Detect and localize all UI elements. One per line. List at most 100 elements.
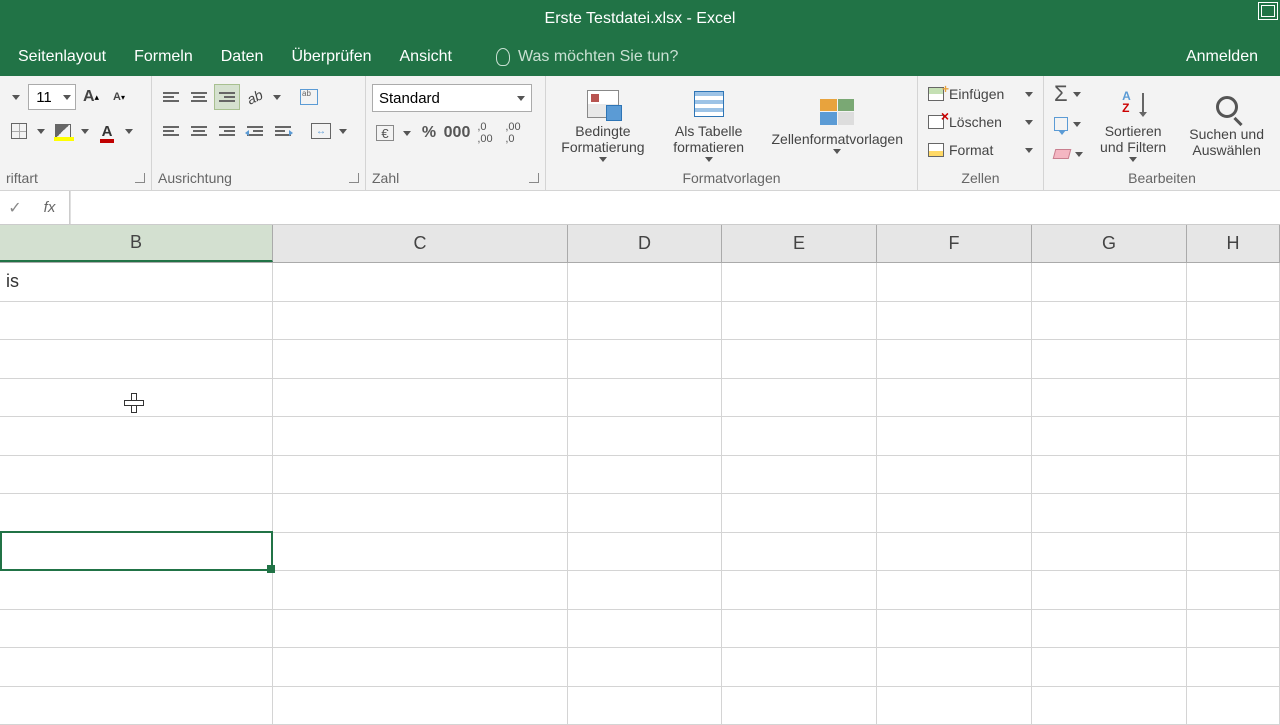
format-as-table-button[interactable]: Als Tabelle formatieren bbox=[658, 85, 760, 164]
number-dialog-launcher[interactable] bbox=[529, 173, 539, 183]
cell[interactable] bbox=[1187, 456, 1280, 494]
cell[interactable] bbox=[877, 340, 1032, 378]
cell[interactable] bbox=[0, 340, 273, 378]
column-header-C[interactable]: C bbox=[273, 225, 568, 262]
insert-cells-button[interactable]: Einfügen bbox=[924, 80, 1037, 108]
sort-filter-button[interactable]: Sortieren und Filtern bbox=[1091, 85, 1175, 164]
cell[interactable] bbox=[1032, 340, 1187, 378]
align-bottom-button[interactable] bbox=[214, 84, 240, 110]
cell[interactable] bbox=[722, 302, 877, 340]
cell[interactable] bbox=[0, 302, 273, 340]
cell[interactable] bbox=[877, 379, 1032, 417]
comma-style-button[interactable]: 000 bbox=[444, 120, 470, 146]
autosum-button[interactable]: Σ bbox=[1050, 82, 1087, 106]
currency-button[interactable]: € bbox=[372, 120, 398, 146]
font-size-dropdown[interactable] bbox=[59, 85, 75, 109]
tab-seitenlayout[interactable]: Seitenlayout bbox=[4, 38, 120, 76]
cell[interactable] bbox=[1187, 571, 1280, 609]
cell[interactable] bbox=[722, 494, 877, 532]
cell[interactable] bbox=[273, 456, 568, 494]
sign-in-link[interactable]: Anmelden bbox=[1168, 48, 1276, 66]
cell[interactable] bbox=[877, 533, 1032, 571]
cell[interactable] bbox=[722, 687, 877, 725]
cell[interactable] bbox=[273, 340, 568, 378]
decrease-font-button[interactable]: A▾ bbox=[106, 84, 132, 110]
increase-font-button[interactable]: A▴ bbox=[78, 84, 104, 110]
font-name-dropdown[interactable] bbox=[6, 84, 26, 110]
delete-cells-button[interactable]: Löschen bbox=[924, 108, 1037, 136]
cell[interactable] bbox=[273, 417, 568, 455]
orientation-button[interactable]: ab bbox=[242, 84, 268, 110]
cell[interactable] bbox=[877, 494, 1032, 532]
cell[interactable]: is bbox=[0, 263, 273, 301]
cell[interactable] bbox=[1187, 494, 1280, 532]
cell[interactable] bbox=[1032, 533, 1187, 571]
column-header-B[interactable]: B bbox=[0, 225, 273, 262]
fx-label[interactable]: fx bbox=[30, 191, 70, 224]
cell[interactable] bbox=[877, 456, 1032, 494]
cell[interactable] bbox=[1187, 417, 1280, 455]
increase-indent-button[interactable] bbox=[270, 118, 296, 144]
decrease-decimal-button[interactable]: ,00,0 bbox=[500, 120, 526, 146]
cell[interactable] bbox=[0, 494, 273, 532]
cell[interactable] bbox=[0, 379, 273, 417]
column-header-D[interactable]: D bbox=[568, 225, 722, 262]
cell[interactable] bbox=[722, 610, 877, 648]
cell[interactable] bbox=[1187, 379, 1280, 417]
cell[interactable] bbox=[0, 417, 273, 455]
cell[interactable] bbox=[1032, 379, 1187, 417]
cell[interactable] bbox=[1032, 263, 1187, 301]
cell-styles-button[interactable]: Zellenformatvorlagen bbox=[763, 93, 911, 156]
cell[interactable] bbox=[1032, 417, 1187, 455]
cell[interactable] bbox=[877, 648, 1032, 686]
cell[interactable] bbox=[273, 302, 568, 340]
cell[interactable] bbox=[273, 687, 568, 725]
cell[interactable] bbox=[722, 456, 877, 494]
cell[interactable] bbox=[1032, 610, 1187, 648]
cell[interactable] bbox=[568, 610, 722, 648]
conditional-formatting-button[interactable]: Bedingte Formatierung bbox=[552, 85, 654, 164]
decrease-indent-button[interactable] bbox=[242, 118, 268, 144]
cell[interactable] bbox=[1187, 610, 1280, 648]
number-format-combo[interactable]: Standard bbox=[372, 84, 532, 112]
align-center-button[interactable] bbox=[186, 118, 212, 144]
column-header-H[interactable]: H bbox=[1187, 225, 1280, 262]
fill-button[interactable] bbox=[1050, 112, 1087, 136]
cell[interactable] bbox=[1187, 302, 1280, 340]
increase-decimal-button[interactable]: ,0,00 bbox=[472, 120, 498, 146]
cell[interactable] bbox=[568, 687, 722, 725]
tab-ueberpruefen[interactable]: Überprüfen bbox=[277, 38, 385, 76]
wrap-text-button[interactable] bbox=[296, 84, 322, 110]
percent-button[interactable]: % bbox=[416, 120, 442, 146]
fill-color-dropdown[interactable] bbox=[78, 118, 92, 144]
column-header-F[interactable]: F bbox=[877, 225, 1032, 262]
clear-button[interactable] bbox=[1050, 142, 1087, 166]
tab-formeln[interactable]: Formeln bbox=[120, 38, 207, 76]
font-dialog-launcher[interactable] bbox=[135, 173, 145, 183]
cell[interactable] bbox=[273, 533, 568, 571]
format-cells-button[interactable]: Format bbox=[924, 136, 1037, 164]
font-color-button[interactable]: A bbox=[94, 118, 120, 144]
cell[interactable] bbox=[722, 379, 877, 417]
merge-dropdown[interactable] bbox=[336, 118, 350, 144]
cell[interactable] bbox=[1187, 340, 1280, 378]
tell-me-search[interactable]: Was möchten Sie tun? bbox=[496, 48, 678, 66]
cell[interactable] bbox=[722, 417, 877, 455]
orientation-dropdown[interactable] bbox=[270, 84, 284, 110]
cell[interactable] bbox=[273, 379, 568, 417]
tab-daten[interactable]: Daten bbox=[207, 38, 278, 76]
font-color-dropdown[interactable] bbox=[122, 118, 136, 144]
cell[interactable] bbox=[0, 456, 273, 494]
cell[interactable] bbox=[1187, 533, 1280, 571]
cell[interactable] bbox=[1187, 648, 1280, 686]
cell[interactable] bbox=[0, 533, 273, 571]
cell[interactable] bbox=[0, 610, 273, 648]
formula-input[interactable] bbox=[70, 191, 1280, 224]
cell[interactable] bbox=[0, 687, 273, 725]
borders-button[interactable] bbox=[6, 118, 32, 144]
merge-center-button[interactable]: ↔ bbox=[308, 118, 334, 144]
cell[interactable] bbox=[568, 340, 722, 378]
cell[interactable] bbox=[877, 417, 1032, 455]
cell[interactable] bbox=[1032, 687, 1187, 725]
cell[interactable] bbox=[722, 340, 877, 378]
